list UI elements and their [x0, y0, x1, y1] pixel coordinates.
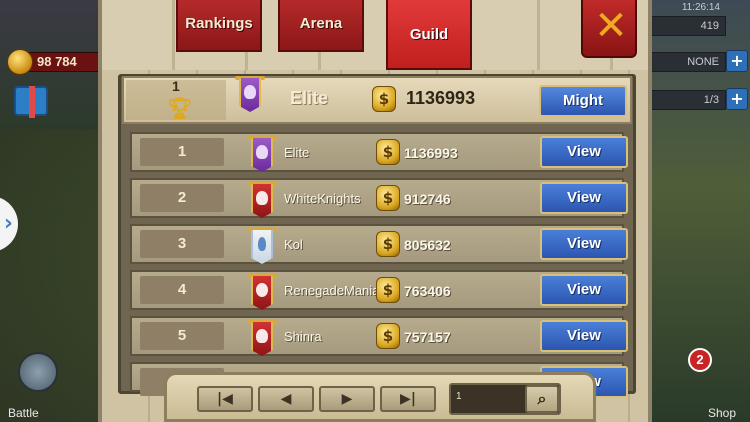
stat-box-419: 419: [650, 16, 726, 36]
own-guild-power: 1136993: [406, 88, 476, 108]
guild-banner-icon: [251, 276, 273, 310]
guild-banner-icon: [251, 322, 273, 356]
guild-name[interactable]: RenegadeMania: [284, 283, 379, 298]
view-button[interactable]: View: [540, 274, 628, 306]
gift-icon[interactable]: [14, 86, 48, 118]
might-coin-icon: $: [376, 185, 400, 211]
might-coin-icon: $: [372, 86, 396, 112]
plus-icon[interactable]: +: [726, 88, 748, 110]
might-coin-icon: $: [376, 231, 400, 257]
close-icon: ✕: [594, 3, 628, 49]
guild-power: 1136993: [404, 145, 458, 161]
close-button[interactable]: ✕: [581, 0, 637, 58]
guild-name[interactable]: Elite: [284, 145, 309, 160]
prev-page-button[interactable]: ◀: [258, 386, 314, 412]
rank-cell: 1: [140, 138, 224, 166]
gold-amount: 98 784: [37, 54, 77, 69]
guild-power: 912746: [404, 191, 451, 207]
rank-cell: 5: [140, 322, 224, 350]
view-button[interactable]: View: [540, 136, 628, 168]
battle-label: Battle: [8, 406, 39, 420]
might-button[interactable]: Might: [539, 85, 627, 117]
tab-guild[interactable]: Guild: [386, 0, 472, 70]
last-page-button[interactable]: ▶|: [380, 386, 436, 412]
stat-box-count: 1/3: [650, 90, 726, 110]
clock-readout: 11:26:14: [681, 2, 720, 13]
own-guild-name: Elite: [290, 88, 329, 108]
tab-arena[interactable]: Arena: [278, 0, 364, 52]
search-icon[interactable]: ⌕: [525, 385, 559, 413]
guild-banner-icon: [251, 184, 273, 218]
view-button[interactable]: View: [540, 182, 628, 214]
guild-banner-icon: [251, 138, 273, 172]
might-coin-icon: $: [376, 323, 400, 349]
guild-name[interactable]: Shinra: [284, 329, 322, 344]
first-page-button[interactable]: |◀: [197, 386, 253, 412]
rank-cell: 4: [140, 276, 224, 304]
shop-label: Shop: [707, 406, 736, 420]
guild-power: 763406: [404, 283, 451, 299]
gold-coin-icon: [7, 49, 33, 75]
own-rank-number: 1: [172, 78, 180, 94]
pagination-bar: |◀ ◀ ▶ ▶| 1 ⌕: [164, 372, 596, 422]
stat-box-none: NONE: [650, 52, 726, 72]
guild-power: 757157: [404, 329, 451, 345]
trophy-icon: 🏆︎: [167, 96, 193, 120]
guild-name[interactable]: Kol: [284, 237, 303, 252]
guild-power: 805632: [404, 237, 451, 253]
side-expand-arrow-icon[interactable]: ›: [0, 196, 18, 252]
hud-right: 11:26:14 419 NONE + 1/3 + 2: [640, 0, 750, 422]
view-button[interactable]: View: [540, 228, 628, 260]
guild-banner-icon: [239, 78, 261, 112]
tab-rankings[interactable]: Rankings: [176, 0, 262, 52]
hud-topleft: 98 784: [0, 0, 110, 130]
view-button[interactable]: View: [540, 320, 628, 352]
sword-icon[interactable]: [18, 352, 58, 392]
guild-name[interactable]: WhiteKnights: [284, 191, 361, 206]
guild-rankings-panel: Rankings Arena Guild ✕ 1 🏆︎ Elite $ 1136…: [98, 0, 652, 422]
plus-icon[interactable]: +: [726, 50, 748, 72]
notification-badge: 2: [688, 348, 712, 372]
rank-cell: 2: [140, 184, 224, 212]
guild-banner-icon: [251, 230, 273, 264]
gold-counter[interactable]: 98 784: [7, 49, 104, 75]
rank-cell: 3: [140, 230, 224, 258]
might-coin-icon: $: [376, 139, 400, 165]
might-coin-icon: $: [376, 277, 400, 303]
next-page-button[interactable]: ▶: [319, 386, 375, 412]
